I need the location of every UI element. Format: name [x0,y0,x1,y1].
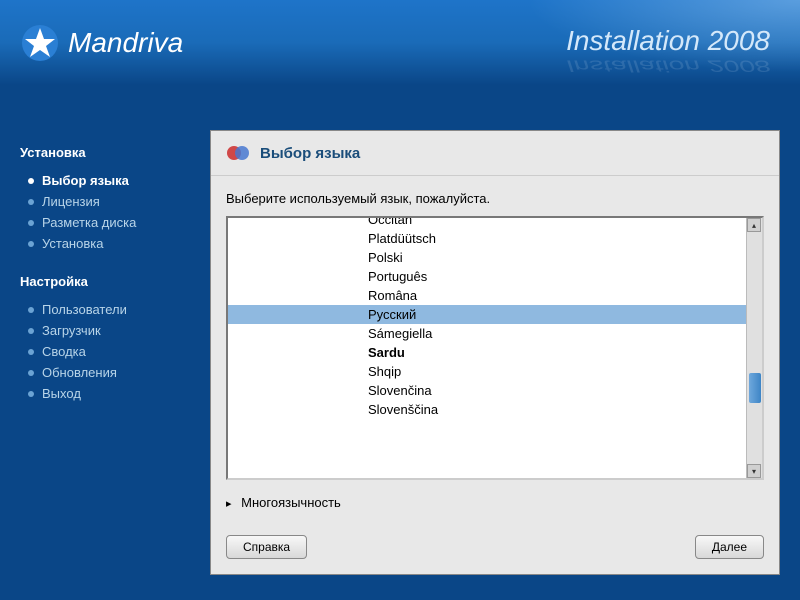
multilanguage-expander[interactable]: Многоязычность [226,495,764,510]
language-item[interactable]: Româna [228,286,746,305]
sidebar-config-item[interactable]: Пользователи [20,299,200,320]
sidebar-section-config: Настройка [20,274,200,289]
sidebar-config-item[interactable]: Загрузчик [20,320,200,341]
language-list-wrapper: OccitanPlatdüütschPolskiPortuguêsRomânaР… [226,216,764,480]
sidebar-config-item[interactable]: Обновления [20,362,200,383]
language-item[interactable]: Polski [228,248,746,267]
sidebar-install-item[interactable]: Выбор языка [20,170,200,191]
language-item[interactable]: Sámegiella [228,324,746,343]
scroll-thumb[interactable] [749,373,761,403]
sidebar: Установка Выбор языкаЛицензияРазметка ди… [0,85,200,600]
help-button[interactable]: Справка [226,535,307,559]
brand-name: Mandriva [68,27,183,59]
language-item[interactable]: Occitan [228,218,746,229]
sidebar-install-item[interactable]: Установка [20,233,200,254]
header-title: Installation 2008 [566,25,770,57]
next-button[interactable]: Далее [695,535,764,559]
panel-title-bar: Выбор языка [211,131,779,176]
sidebar-list-config: ПользователиЗагрузчикСводкаОбновленияВых… [20,299,200,404]
button-row: Справка Далее [211,525,779,574]
scroll-up-button[interactable]: ▴ [747,218,761,232]
prompt-text: Выберите используемый язык, пожалуйста. [226,191,764,206]
language-item[interactable]: Slovenčina [228,381,746,400]
language-item[interactable]: Slovenščina [228,400,746,419]
language-item[interactable]: Shqip [228,362,746,381]
logo-area: Mandriva [20,23,183,63]
language-item[interactable]: Sardu [228,343,746,362]
scroll-down-button[interactable]: ▾ [747,464,761,478]
expander-label: Многоязычность [241,495,341,510]
sidebar-install-item[interactable]: Лицензия [20,191,200,212]
panel-title-text: Выбор языка [260,145,360,162]
sidebar-section-install: Установка [20,145,200,160]
star-icon [20,23,60,63]
sidebar-config-item[interactable]: Выход [20,383,200,404]
language-list[interactable]: OccitanPlatdüütschPolskiPortuguêsRomânaР… [228,218,746,478]
language-item[interactable]: Platdüütsch [228,229,746,248]
language-item[interactable]: Português [228,267,746,286]
header-bar: Mandriva Installation 2008 Installation … [0,0,800,85]
content-panel: Выбор языка Выберите используемый язык, … [210,130,780,575]
panel-body: Выберите используемый язык, пожалуйста. … [211,176,779,525]
sidebar-install-item[interactable]: Разметка диска [20,212,200,233]
language-item[interactable]: Русский [228,305,746,324]
sidebar-config-item[interactable]: Сводка [20,341,200,362]
sidebar-list-install: Выбор языкаЛицензияРазметка дискаУстанов… [20,170,200,254]
main-area: Установка Выбор языкаЛицензияРазметка ди… [0,85,800,600]
header-title-reflection: Installation 2008 [566,56,770,75]
globe-icon [226,141,250,165]
scrollbar[interactable]: ▴ ▾ [746,218,762,478]
